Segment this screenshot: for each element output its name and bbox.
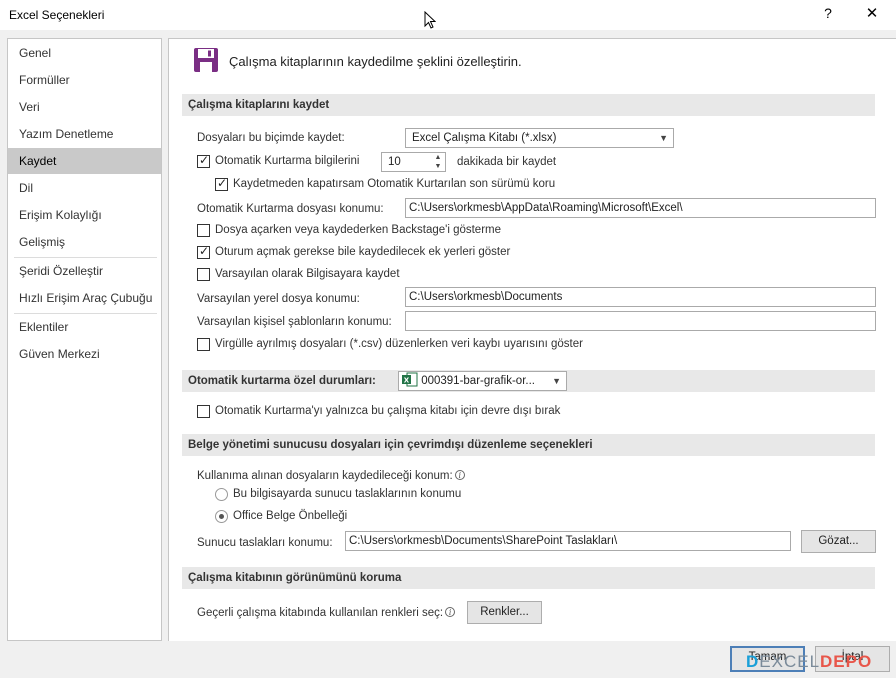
nav-item-seridi-ozellestir[interactable]: Şeridi Özelleştir <box>8 258 161 284</box>
nav-item-eklentiler[interactable]: Eklentiler <box>8 314 161 340</box>
minutes-spinner[interactable]: ▲ ▼ <box>431 153 445 171</box>
autorecover-suffix: dakikada bir kaydet <box>457 156 557 168</box>
server-drafts-label: Sunucu taslakları konumu: <box>197 537 333 549</box>
disable-autorecover-label: Otomatik Kurtarma'yı yalnızca bu çalışma… <box>215 405 561 417</box>
page-header: Çalışma kitaplarının kaydedilme şeklini … <box>229 54 522 69</box>
radio-server-drafts-label: Bu bilgisayarda sunucu taslaklarının kon… <box>233 488 462 500</box>
workbook-select[interactable]: X 000391-bar-grafik-or... ▼ <box>398 371 567 391</box>
csv-warning-label: Virgülle ayrılmış dosyaları (*.csv) düze… <box>215 338 583 350</box>
colors-label: Geçerli çalışma kitabında kullanılan ren… <box>197 606 456 620</box>
settings-panel: Çalışma kitaplarının kaydedilme şeklini … <box>168 38 896 641</box>
watermark-logo: DEXCELDEPO <box>746 652 873 671</box>
excel-file-icon: X <box>402 372 418 387</box>
info-icon: i <box>454 470 465 480</box>
personal-templates-input[interactable] <box>405 311 876 331</box>
format-label: Dosyaları bu biçimde kaydet: <box>197 132 345 144</box>
radio-office-cache-label: Office Belge Önbelleği <box>233 510 348 522</box>
title-bar: Excel Seçenekleri ? ✕ <box>0 0 896 30</box>
radio-server-drafts[interactable] <box>215 488 228 501</box>
nav-item-guven-merkezi[interactable]: Güven Merkezi <box>8 341 161 367</box>
workbook-select-value: 000391-bar-grafik-or... <box>421 375 535 387</box>
autorecover-minutes-value: 10 <box>388 156 401 168</box>
autorecover-exceptions-title: Otomatik kurtarma özel durumları: <box>188 375 376 387</box>
checked-out-location-label: Kullanıma alınan dosyaların kaydedileceğ… <box>197 469 465 483</box>
nav-item-kaydet[interactable]: Kaydet <box>8 148 161 174</box>
info-icon: i <box>445 607 456 617</box>
chevron-down-icon: ▼ <box>552 376 561 386</box>
save-to-computer-label: Varsayılan olarak Bilgisayara kaydet <box>215 268 400 280</box>
nav-item-dil[interactable]: Dil <box>8 175 161 201</box>
mouse-cursor-icon <box>424 11 436 29</box>
autorecover-minutes-input[interactable]: 10 ▲ ▼ <box>381 152 446 172</box>
radio-office-cache[interactable] <box>215 510 228 523</box>
format-select[interactable]: Excel Çalışma Kitabı (*.xlsx) ▼ <box>405 128 674 148</box>
section-offline-editing: Belge yönetimi sunucusu dosyaları için ç… <box>182 434 875 456</box>
autorecover-checkbox[interactable] <box>197 153 210 168</box>
keep-last-version-checkbox[interactable] <box>215 176 228 191</box>
autorecover-label: Otomatik Kurtarma bilgilerini <box>215 155 360 167</box>
autorecover-location-label: Otomatik Kurtarma dosyası konumu: <box>197 203 384 215</box>
spin-up-icon[interactable]: ▲ <box>431 153 445 162</box>
nav-item-gelismis[interactable]: Gelişmiş <box>8 229 161 255</box>
autorecover-location-input[interactable]: C:\Users\orkmesb\AppData\Roaming\Microso… <box>405 198 876 218</box>
browse-button[interactable]: Gözat... <box>801 530 876 553</box>
section-save-workbooks: Çalışma kitaplarını kaydet <box>182 94 875 116</box>
nav-item-genel[interactable]: Genel <box>8 40 161 66</box>
csv-warning-checkbox[interactable] <box>197 338 210 351</box>
show-additional-places-checkbox[interactable] <box>197 244 210 259</box>
no-backstage-checkbox[interactable] <box>197 224 210 237</box>
server-drafts-input[interactable]: C:\Users\orkmesb\Documents\SharePoint Ta… <box>345 531 791 551</box>
personal-templates-label: Varsayılan kişisel şablonların konumu: <box>197 316 392 328</box>
nav-item-hizli-erisim[interactable]: Hızlı Erişim Araç Çubuğu <box>8 285 161 311</box>
floppy-disk-icon <box>194 48 218 72</box>
nav-item-yazim-denetleme[interactable]: Yazım Denetleme <box>8 121 161 147</box>
window-title: Excel Seçenekleri <box>9 8 105 22</box>
colors-label-text: Geçerli çalışma kitabında kullanılan ren… <box>197 607 444 619</box>
category-nav: Genel Formüller Veri Yazım Denetleme Kay… <box>7 38 162 641</box>
show-additional-places-label: Oturum açmak gerekse bile kaydedilecek e… <box>215 246 511 258</box>
nav-item-formuller[interactable]: Formüller <box>8 67 161 93</box>
checked-out-location-text: Kullanıma alınan dosyaların kaydedileceğ… <box>197 470 453 482</box>
format-select-value: Excel Çalışma Kitabı (*.xlsx) <box>412 132 557 144</box>
help-button[interactable]: ? <box>818 5 838 25</box>
chevron-down-icon: ▼ <box>659 133 668 143</box>
keep-last-version-label: Kaydetmeden kapatırsam Otomatik Kurtarıl… <box>233 178 556 190</box>
close-button[interactable]: ✕ <box>862 4 882 24</box>
nav-item-erisim-kolayligi[interactable]: Erişim Kolaylığı <box>8 202 161 228</box>
no-backstage-label: Dosya açarken veya kaydederken Backstage… <box>215 224 502 236</box>
default-local-input[interactable]: C:\Users\orkmesb\Documents <box>405 287 876 307</box>
section-preserve-appearance: Çalışma kitabının görünümünü koruma <box>182 567 875 589</box>
spin-down-icon[interactable]: ▼ <box>431 162 445 171</box>
default-local-label: Varsayılan yerel dosya konumu: <box>197 293 360 305</box>
nav-item-veri[interactable]: Veri <box>8 94 161 120</box>
disable-autorecover-checkbox[interactable] <box>197 405 210 418</box>
svg-text:X: X <box>404 377 410 385</box>
save-to-computer-checkbox[interactable] <box>197 268 210 281</box>
colors-button[interactable]: Renkler... <box>467 601 542 624</box>
